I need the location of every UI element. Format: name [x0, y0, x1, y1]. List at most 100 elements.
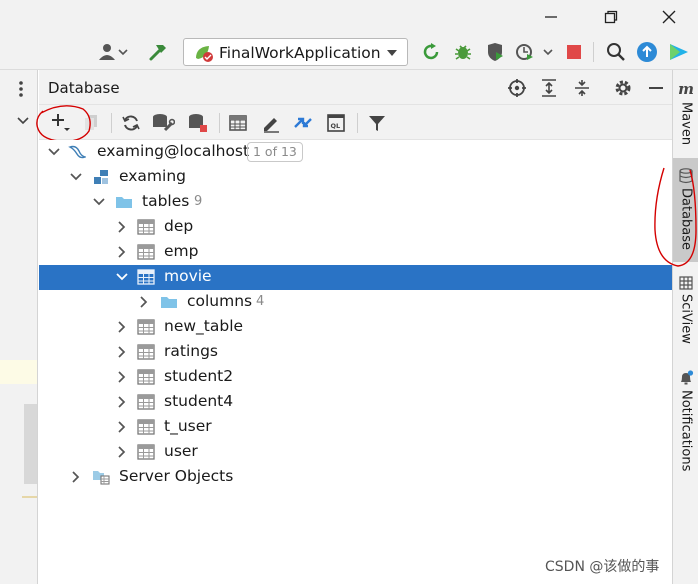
- datasource-properties-icon[interactable]: [151, 112, 175, 134]
- chevron-right-icon[interactable]: [114, 419, 130, 435]
- chevron-right-icon[interactable]: [114, 344, 130, 360]
- run-config-selector[interactable]: FinalWorkApplication: [183, 38, 408, 66]
- table-label: dep: [164, 217, 194, 235]
- hide-panel-icon[interactable]: [646, 78, 666, 98]
- table-row[interactable]: user: [39, 440, 672, 465]
- tables-count: 9: [194, 194, 203, 209]
- table-label: student4: [164, 392, 234, 410]
- tree-node-connection[interactable]: examing@localhost 1 of 13: [39, 140, 672, 165]
- profiler-icon: [516, 44, 553, 60]
- collapse-all-icon[interactable]: [572, 78, 592, 98]
- chevron-down-icon[interactable]: [91, 194, 107, 210]
- ide-logo-button[interactable]: [668, 41, 690, 63]
- connection-label: examing@localhost: [97, 142, 250, 160]
- schema-count-badge[interactable]: 1 of 13: [247, 142, 303, 162]
- table-label: user: [164, 442, 198, 460]
- refresh-icon[interactable]: [121, 113, 141, 133]
- highlight-strip: [0, 360, 37, 384]
- schema-label: examing: [119, 167, 187, 185]
- disconnect-icon[interactable]: [187, 112, 209, 134]
- table-label: ratings: [164, 342, 218, 360]
- chevron-right-icon[interactable]: [114, 219, 130, 235]
- marker-line: [22, 496, 37, 498]
- annotation-circle: [36, 105, 91, 142]
- minimize-button[interactable]: [540, 6, 562, 28]
- tab-maven[interactable]: m Maven: [673, 80, 698, 160]
- chevron-down-icon[interactable]: [16, 116, 30, 126]
- folder-icon: [116, 197, 132, 208]
- chevron-right-icon[interactable]: [114, 244, 130, 260]
- table-row[interactable]: new_table: [39, 315, 672, 340]
- table-icon: [137, 344, 155, 360]
- table-row[interactable]: student2: [39, 365, 672, 390]
- table-icon: [137, 244, 155, 260]
- stop-button[interactable]: [563, 41, 585, 63]
- columns-count: 4: [256, 294, 265, 309]
- build-button[interactable]: [147, 41, 169, 63]
- database-toolbar: QL: [36, 105, 672, 142]
- schema-icon: [94, 170, 108, 184]
- locate-icon[interactable]: [507, 78, 527, 98]
- rerun-button[interactable]: [420, 41, 442, 63]
- tree-node-columns-folder[interactable]: columns 4: [39, 290, 672, 315]
- filter-icon[interactable]: [367, 113, 387, 133]
- close-button[interactable]: [658, 6, 680, 28]
- ide-logo-icon: [670, 44, 688, 60]
- tree-node-server-objects[interactable]: Server Objects: [39, 465, 672, 490]
- tree-node-schema[interactable]: examing: [39, 165, 672, 190]
- table-row[interactable]: t_user: [39, 415, 672, 440]
- table-row[interactable]: dep: [39, 215, 672, 240]
- debug-button[interactable]: [452, 41, 474, 63]
- table-label: new_table: [164, 317, 244, 335]
- table-icon: [137, 369, 155, 385]
- gear-icon[interactable]: [613, 78, 633, 98]
- close-icon: [662, 10, 676, 24]
- chevron-right-icon[interactable]: [136, 294, 152, 310]
- coverage-button[interactable]: [484, 41, 506, 63]
- tab-sciview[interactable]: SciView: [673, 276, 698, 366]
- table-row[interactable]: emp: [39, 240, 672, 265]
- profile-button[interactable]: [514, 41, 558, 63]
- search-everywhere-button[interactable]: [605, 41, 627, 63]
- tab-notifications[interactable]: Notifications: [673, 370, 698, 490]
- shield-icon: [488, 43, 503, 61]
- table-icon: [137, 444, 155, 460]
- grid-icon: [679, 276, 693, 290]
- table-label: movie: [164, 267, 212, 285]
- table-row[interactable]: student4: [39, 390, 672, 415]
- restore-button[interactable]: [600, 6, 622, 28]
- chevron-down-icon[interactable]: [68, 169, 84, 185]
- update-arrow-icon: [637, 42, 657, 62]
- stop-icon: [567, 45, 581, 59]
- main-toolbar: FinalWorkApplication: [0, 34, 698, 70]
- tab-notifications-label: Notifications: [678, 390, 694, 472]
- query-console-icon[interactable]: QL: [326, 113, 346, 133]
- folder-icon: [161, 297, 177, 308]
- server-objects-icon: [93, 471, 110, 485]
- table-row-selected[interactable]: movie: [39, 265, 672, 290]
- jump-to-editor-icon[interactable]: [292, 112, 314, 134]
- edit-pencil-icon[interactable]: [261, 113, 281, 133]
- chevron-right-icon[interactable]: [114, 369, 130, 385]
- table-row[interactable]: ratings: [39, 340, 672, 365]
- chevron-down-icon[interactable]: [46, 144, 62, 160]
- chevron-right-icon[interactable]: [114, 319, 130, 335]
- chevron-down-icon[interactable]: [114, 269, 130, 285]
- expand-all-icon[interactable]: [539, 78, 559, 98]
- tab-sciview-label: SciView: [678, 294, 694, 344]
- more-options-icon[interactable]: [18, 80, 24, 98]
- table-icon: [137, 319, 155, 335]
- chevron-right-icon[interactable]: [114, 444, 130, 460]
- table-editor-icon[interactable]: [228, 113, 248, 133]
- annotation-oval: [654, 167, 697, 267]
- user-menu-button[interactable]: [96, 41, 130, 63]
- tree-node-tables-folder[interactable]: tables 9: [39, 190, 672, 215]
- spring-boot-icon: [196, 46, 213, 62]
- chevron-right-icon[interactable]: [114, 394, 130, 410]
- chevron-right-icon[interactable]: [68, 469, 84, 485]
- scrollbar-thumb[interactable]: [24, 404, 37, 484]
- update-button[interactable]: [636, 41, 658, 63]
- svg-text:QL: QL: [331, 122, 341, 130]
- database-panel-header: Database: [39, 70, 672, 105]
- table-icon: [137, 269, 155, 285]
